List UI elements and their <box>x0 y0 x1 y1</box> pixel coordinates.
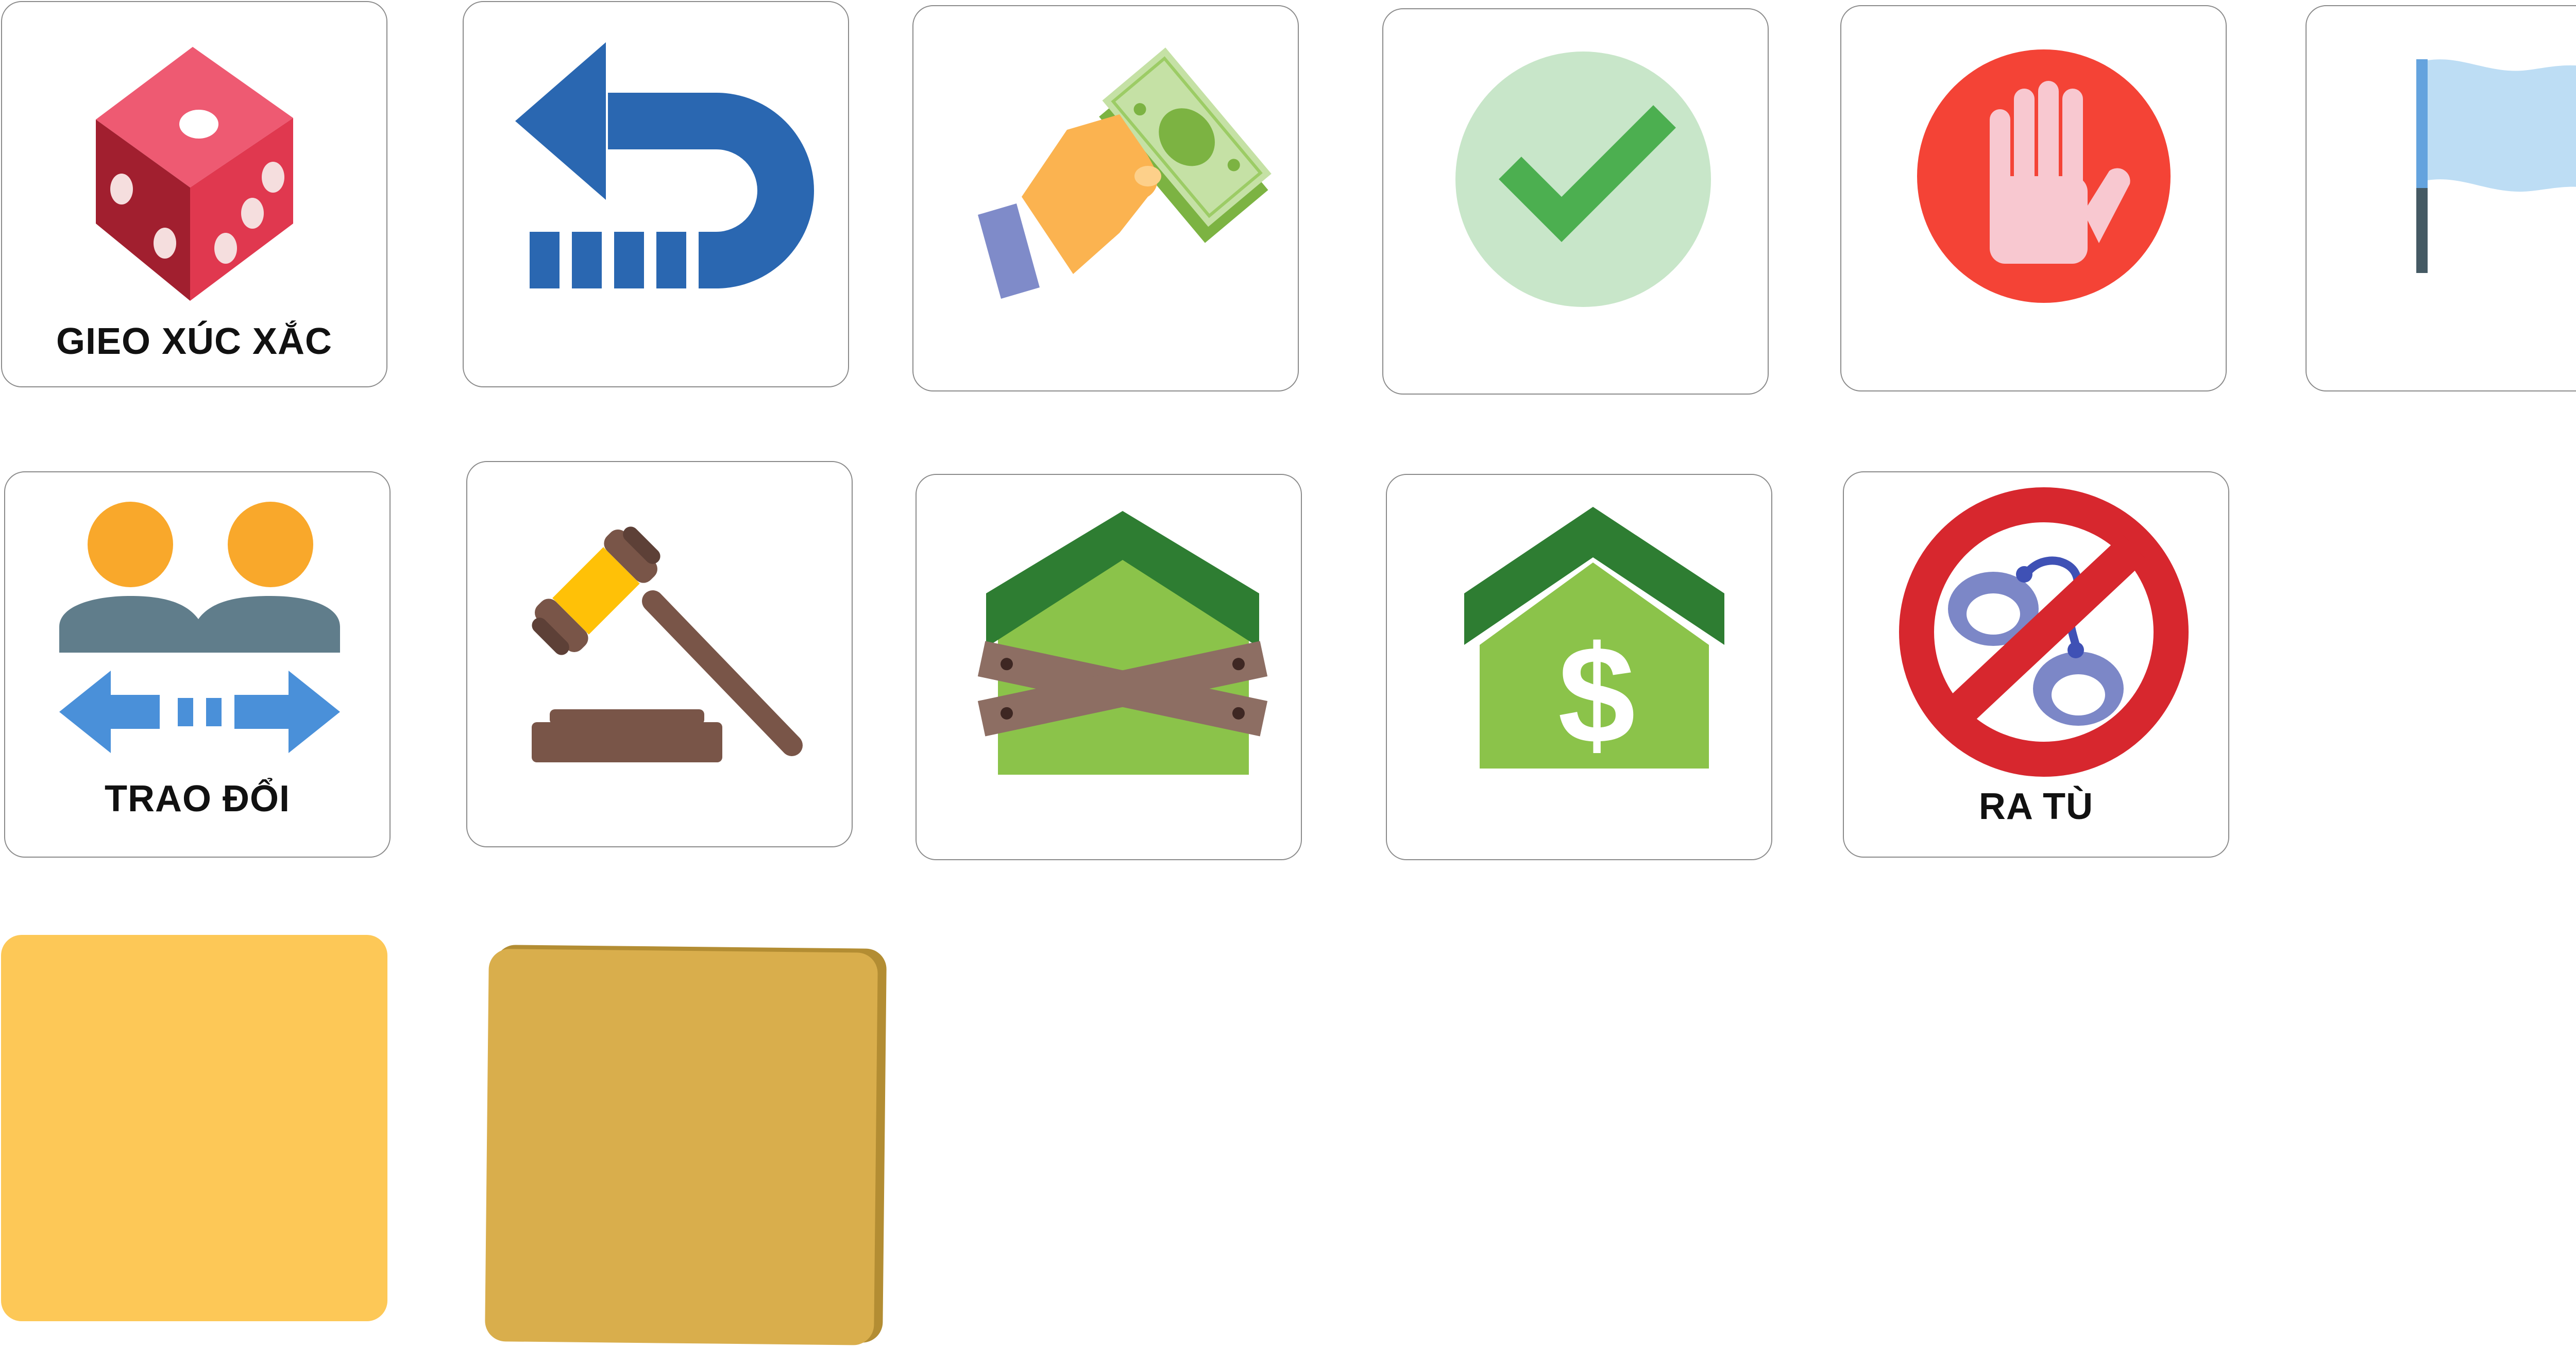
flag-tile[interactable] <box>2306 5 2576 391</box>
boarded-house-icon <box>977 511 1268 775</box>
leave-jail-label: RA TÙ <box>1978 786 2094 827</box>
gavel-icon <box>532 526 803 762</box>
roll-dice-tile[interactable]: GIEO XÚC XẮC <box>1 1 387 387</box>
house-dollar-icon: $ <box>1464 507 1724 773</box>
trade-label: TRAO ĐỔI <box>105 778 290 820</box>
trade-tile[interactable]: TRAO ĐỔI <box>4 471 391 858</box>
game-action-board: { "tiles": [ {"id": "roll-dice", "label"… <box>0 0 2576 1348</box>
stop-hand-icon <box>1917 49 2171 303</box>
stop-tile[interactable] <box>1840 5 2227 391</box>
go-back-tile[interactable] <box>463 1 849 387</box>
gold-card[interactable] <box>485 945 891 1348</box>
sell-house-tile[interactable]: $ <box>1386 474 1772 860</box>
confirm-tile[interactable] <box>1382 8 1769 395</box>
flag-icon <box>2416 59 2576 273</box>
auction-tile[interactable] <box>466 461 853 847</box>
u-turn-back-arrow-icon <box>515 42 814 288</box>
gold-card-face <box>485 948 878 1345</box>
checkmark-icon <box>1455 52 1711 307</box>
hand-giving-money-icon <box>978 47 1272 299</box>
svg-text:$: $ <box>1558 618 1635 773</box>
roll-dice-label: GIEO XÚC XẮC <box>56 321 333 362</box>
yellow-card[interactable] <box>1 935 387 1321</box>
pay-money-tile[interactable] <box>912 5 1299 391</box>
leave-jail-tile[interactable]: RA TÙ <box>1843 471 2229 858</box>
mortgage-tile[interactable] <box>916 474 1302 860</box>
